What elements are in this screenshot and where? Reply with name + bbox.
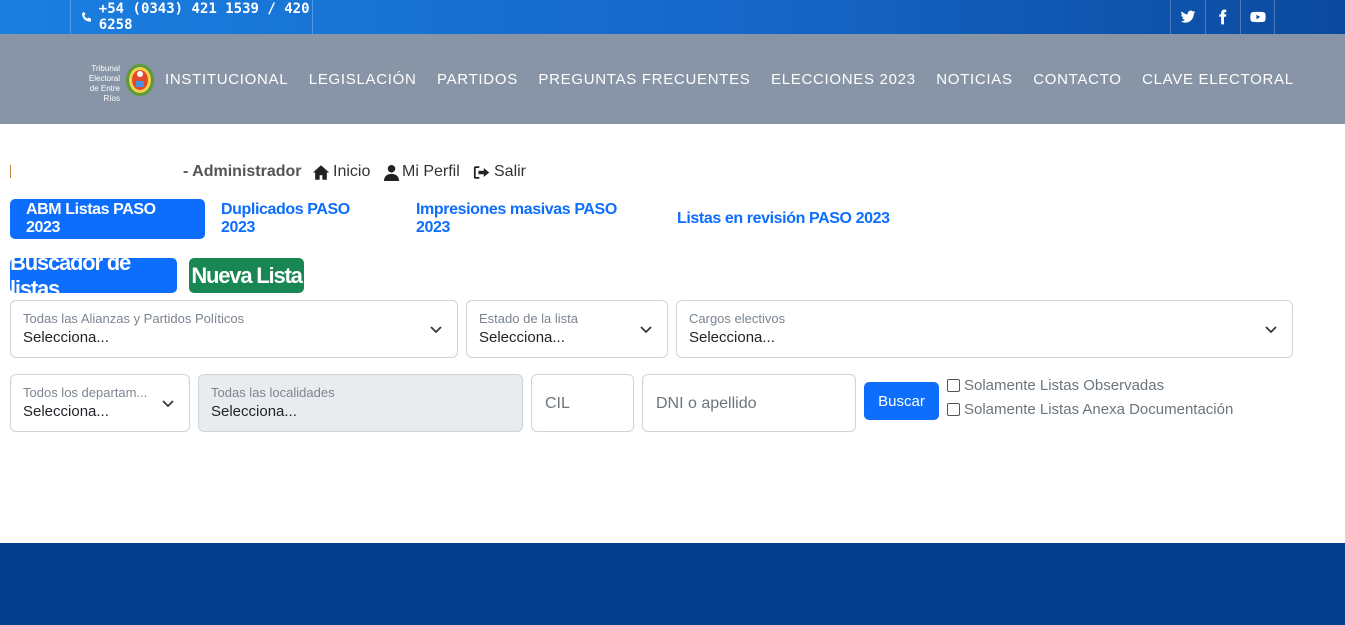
observadas-label: Solamente Listas Observadas xyxy=(964,377,1165,394)
chevron-down-icon xyxy=(162,400,174,408)
logo-line-3: de Entre Ríos xyxy=(89,84,120,103)
site-logo[interactable]: Tribunal Electoral de Entre Ríos xyxy=(72,62,158,103)
salir-link[interactable]: Salir xyxy=(473,163,526,181)
perfil-label: Mi Perfil xyxy=(402,163,460,180)
chevron-down-icon xyxy=(1265,326,1277,334)
tab-abm-listas[interactable]: ABM Listas PASO 2023 xyxy=(10,199,205,239)
phone-contact[interactable]: +54 (0343) 421 1539 / 420 6258 xyxy=(70,0,313,34)
departamentos-label: Todos los departam... xyxy=(23,385,148,400)
nav-legislacion[interactable]: LEGISLACIÓN xyxy=(309,71,417,88)
nav-institucional[interactable]: INSTITUCIONAL xyxy=(165,71,288,88)
buscador-listas-button[interactable]: Buscador de listas xyxy=(10,250,177,301)
tab-duplicados[interactable]: Duplicados PASO 2023 xyxy=(205,199,400,239)
buscar-button[interactable]: Buscar xyxy=(864,382,939,420)
nav-partidos[interactable]: PARTIDOS xyxy=(437,71,518,88)
localidades-select: Todas las localidades Selecciona... xyxy=(198,374,523,432)
twitter-link[interactable] xyxy=(1170,0,1205,34)
phone-number: +54 (0343) 421 1539 / 420 6258 xyxy=(98,1,310,33)
nav-preguntas-frecuentes[interactable]: PREGUNTAS FRECUENTES xyxy=(538,71,750,88)
user-icon xyxy=(384,164,399,181)
estado-label: Estado de la lista xyxy=(479,311,579,326)
nav-elecciones-2023[interactable]: ELECCIONES 2023 xyxy=(771,71,916,88)
logo-line-2: Electoral xyxy=(88,74,120,83)
cargos-label: Cargos electivos xyxy=(689,311,786,326)
anexa-checkbox-box[interactable] xyxy=(947,403,960,416)
phone-icon xyxy=(82,11,92,22)
departamentos-select[interactable]: Todos los departam... Selecciona... xyxy=(10,374,190,432)
social-links xyxy=(1170,0,1275,34)
cil-input[interactable]: CIL xyxy=(531,374,634,432)
facebook-link[interactable] xyxy=(1205,0,1240,34)
user-role: - Administrador xyxy=(183,163,302,180)
estado-value: Selecciona... xyxy=(479,329,565,346)
perfil-link[interactable]: Mi Perfil xyxy=(384,163,460,181)
alianzas-label: Todas las Alianzas y Partidos Políticos xyxy=(23,311,245,326)
twitter-icon xyxy=(1180,10,1196,23)
chevron-down-icon xyxy=(640,326,652,334)
inicio-link[interactable]: Inicio xyxy=(312,163,370,181)
observadas-checkbox-box[interactable] xyxy=(947,379,960,392)
sign-out-icon xyxy=(473,165,490,179)
youtube-icon xyxy=(1249,11,1266,23)
tab-listas-revision[interactable]: Listas en revisión PASO 2023 xyxy=(661,199,906,239)
alianzas-value: Selecciona... xyxy=(23,329,109,346)
inicio-label: Inicio xyxy=(333,163,371,180)
logo-text: Tribunal Electoral de Entre Ríos xyxy=(72,64,120,104)
home-icon xyxy=(312,164,330,180)
dni-placeholder: DNI o apellido xyxy=(656,395,757,412)
localidades-label: Todas las localidades xyxy=(211,385,335,400)
nueva-lista-button[interactable]: Nueva Lista xyxy=(189,258,304,293)
top-bar: +54 (0343) 421 1539 / 420 6258 xyxy=(0,0,1345,34)
anexa-documentacion-checkbox[interactable]: Solamente Listas Anexa Documentación xyxy=(947,401,1233,418)
youtube-link[interactable] xyxy=(1240,0,1275,34)
chevron-down-icon xyxy=(430,326,442,334)
nav-contacto[interactable]: CONTACTO xyxy=(1033,71,1121,88)
anexa-label: Solamente Listas Anexa Documentación xyxy=(964,401,1234,418)
tab-impresiones-masivas[interactable]: Impresiones masivas PASO 2023 xyxy=(400,199,661,239)
nav-clave-electoral[interactable]: CLAVE ELECTORAL xyxy=(1142,71,1294,88)
user-name-marker xyxy=(10,165,11,178)
cargos-select[interactable]: Cargos electivos Selecciona... xyxy=(676,300,1293,358)
footer xyxy=(0,543,1345,625)
cil-placeholder: CIL xyxy=(545,395,570,412)
localidades-value: Selecciona... xyxy=(211,403,297,420)
main-menu: INSTITUCIONAL LEGISLACIÓN PARTIDOS PREGU… xyxy=(165,34,1314,124)
cargos-value: Selecciona... xyxy=(689,329,775,346)
tab-bar: ABM Listas PASO 2023 Duplicados PASO 202… xyxy=(10,199,906,239)
departamentos-value: Selecciona... xyxy=(23,403,109,420)
facebook-icon xyxy=(1219,9,1227,25)
user-bar: - Administrador Inicio Mi Perfil Salir xyxy=(0,160,700,184)
dni-apellido-input[interactable]: DNI o apellido xyxy=(642,374,856,432)
logo-line-1: Tribunal xyxy=(91,64,120,73)
alianzas-select[interactable]: Todas las Alianzas y Partidos Políticos … xyxy=(10,300,458,358)
province-seal-icon xyxy=(126,64,154,96)
observadas-checkbox[interactable]: Solamente Listas Observadas xyxy=(947,377,1164,394)
estado-select[interactable]: Estado de la lista Selecciona... xyxy=(466,300,668,358)
salir-label: Salir xyxy=(494,163,527,180)
nav-noticias[interactable]: NOTICIAS xyxy=(936,71,1012,88)
